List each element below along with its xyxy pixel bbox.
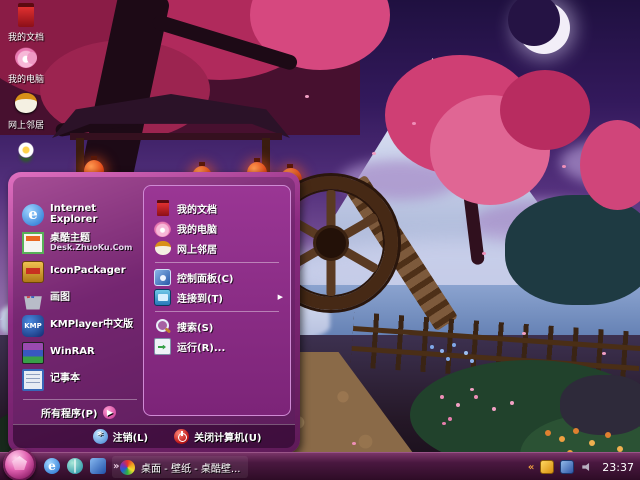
desktop-icon-flower[interactable] — [0, 137, 58, 165]
tray-overflow-chevron[interactable]: « — [528, 462, 534, 473]
taskbar: e » 桌面 - 壁纸 - 桌酷壁... « 23:37 — [0, 448, 640, 480]
power-icon — [174, 429, 190, 444]
menu-item-kmplayer[interactable]: KMP KMPlayer中文版 — [13, 312, 147, 339]
menu-item-control-panel[interactable]: 控制面板(C) — [149, 267, 285, 287]
all-programs-button[interactable]: 所有程序(P) ▶ — [23, 399, 137, 420]
start-menu-places-panel: 我的文档 我的电脑 网上邻居 控制面板(C) 连接到(T) ▶ 搜索(S) 运行… — [143, 185, 291, 416]
menu-item-network-places[interactable]: 网上邻居 — [149, 238, 285, 258]
desktop-icon-label: 我的文档 — [7, 33, 44, 43]
menu-item-winrar[interactable]: WinRAR — [13, 339, 147, 366]
quick-launch-globe-icon[interactable] — [67, 458, 83, 474]
desktop-screen: 我的文档 我的电脑 网上邻居 e Internet Explorer 桌酷主题 — [0, 0, 640, 480]
control-panel-icon — [154, 268, 171, 286]
menu-item-internet-explorer[interactable]: e Internet Explorer — [13, 201, 147, 228]
menu-item-zhuoku-theme[interactable]: 桌酷主题 Desk.ZhuoKu.Com — [13, 228, 147, 258]
ie-icon: e — [22, 203, 44, 226]
my-computer-icon — [154, 219, 171, 237]
rock — [560, 375, 640, 435]
blue-flowers — [430, 345, 434, 349]
menu-item-my-computer[interactable]: 我的电脑 — [149, 218, 285, 238]
start-button[interactable] — [3, 448, 36, 480]
menu-item-search[interactable]: 搜索(S) — [149, 316, 285, 336]
iconpackager-icon — [22, 260, 44, 283]
quick-launch-app-icon[interactable] — [90, 458, 106, 474]
taskbar-clock[interactable]: 23:37 — [600, 461, 634, 474]
wallpaper-app-icon — [120, 459, 135, 475]
log-off-icon: * — [92, 429, 108, 444]
tray-network-icon[interactable] — [560, 460, 575, 474]
connect-to-icon — [154, 288, 171, 306]
my-documents-icon — [13, 2, 39, 28]
network-places-icon — [154, 240, 171, 257]
start-menu-pinned-list: e Internet Explorer 桌酷主题 Desk.ZhuoKu.Com… — [13, 177, 147, 424]
start-menu-footer: * 注销(L) 关闭计算机(U) — [13, 424, 295, 448]
rocks — [505, 195, 640, 305]
start-menu: e Internet Explorer 桌酷主题 Desk.ZhuoKu.Com… — [8, 172, 300, 453]
blossom-canopy — [500, 70, 590, 150]
menu-separator — [155, 311, 279, 312]
pavilion-beam — [70, 133, 282, 140]
menu-item-iconpackager[interactable]: IconPackager — [13, 258, 147, 285]
desktop-icon-label: 网上邻居 — [7, 121, 44, 131]
network-places-icon — [13, 90, 39, 116]
shutdown-button[interactable]: 关闭计算机(U) — [174, 429, 261, 444]
desktop-icon-my-documents[interactable]: 我的文档 — [0, 2, 58, 43]
quick-launch: e » — [44, 458, 119, 474]
winrar-icon — [22, 341, 44, 364]
orange-flowers — [545, 430, 551, 436]
taskbar-window-button[interactable]: 桌面 - 壁纸 - 桌酷壁... — [112, 456, 249, 478]
menu-item-notepad[interactable]: 记事本 — [13, 366, 147, 393]
system-tray: « 23:37 — [528, 453, 634, 480]
flower-icon — [13, 137, 39, 163]
all-programs-arrow-icon: ▶ — [103, 406, 117, 419]
search-icon — [154, 318, 171, 335]
tray-volume-icon[interactable] — [580, 460, 594, 474]
my-documents-icon — [154, 199, 171, 217]
paint-icon — [24, 296, 42, 310]
my-computer-icon — [13, 44, 39, 70]
menu-item-my-documents[interactable]: 我的文档 — [149, 198, 285, 218]
run-icon — [154, 337, 171, 355]
desktop-icon-label: 我的电脑 — [7, 75, 44, 85]
log-off-button[interactable]: * 注销(L) — [92, 429, 148, 444]
menu-item-connect-to[interactable]: 连接到(T) ▶ — [149, 287, 285, 307]
submenu-arrow-icon: ▶ — [277, 293, 283, 301]
zhuoku-theme-icon — [22, 232, 44, 254]
menu-item-paint[interactable]: 画图 — [13, 285, 147, 312]
desktop-icon-network-places[interactable]: 网上邻居 — [0, 90, 58, 131]
menu-item-run[interactable]: 运行(R)... — [149, 336, 285, 356]
pink-flowers — [440, 395, 444, 399]
tray-im-icon[interactable] — [540, 460, 555, 474]
desktop-icon-my-computer[interactable]: 我的电脑 — [0, 44, 58, 85]
notepad-icon — [22, 368, 44, 391]
kmplayer-icon: KMP — [22, 314, 44, 337]
menu-separator — [155, 262, 279, 263]
quick-launch-ie-icon[interactable]: e — [44, 458, 60, 474]
